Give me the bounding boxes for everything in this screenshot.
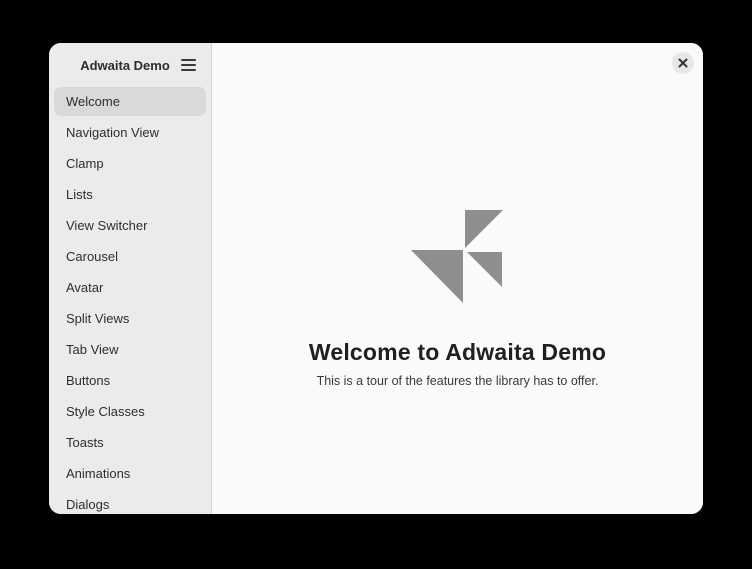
sidebar-item-carousel[interactable]: Carousel [54, 242, 206, 271]
sidebar-item-label: Toasts [66, 435, 104, 450]
sidebar-item-welcome[interactable]: Welcome [54, 87, 206, 116]
sidebar-item-label: Carousel [66, 249, 118, 264]
sidebar-item-toasts[interactable]: Toasts [54, 428, 206, 457]
sidebar-item-label: Animations [66, 466, 130, 481]
sidebar-item-label: Lists [66, 187, 93, 202]
sidebar-item-label: Tab View [66, 342, 119, 357]
sidebar-item-navigation-view[interactable]: Navigation View [54, 118, 206, 147]
sidebar-item-dialogs[interactable]: Dialogs [54, 490, 206, 514]
sidebar-item-label: Buttons [66, 373, 110, 388]
sidebar-item-label: Dialogs [66, 497, 109, 512]
sidebar-item-label: Clamp [66, 156, 104, 171]
sidebar-item-label: Style Classes [66, 404, 145, 419]
sidebar-item-label: View Switcher [66, 218, 147, 233]
sidebar-item-label: Avatar [66, 280, 103, 295]
close-button[interactable] [672, 52, 694, 74]
sidebar-item-lists[interactable]: Lists [54, 180, 206, 209]
sidebar: Adwaita Demo Welcome Navigation View Cla… [49, 43, 212, 514]
pinwheel-logo-icon [411, 210, 503, 304]
sidebar-item-split-views[interactable]: Split Views [54, 304, 206, 333]
sidebar-headerbar: Adwaita Demo [49, 43, 211, 87]
app-window: Adwaita Demo Welcome Navigation View Cla… [49, 43, 703, 514]
sidebar-item-view-switcher[interactable]: View Switcher [54, 211, 206, 240]
sidebar-item-style-classes[interactable]: Style Classes [54, 397, 206, 426]
sidebar-item-label: Split Views [66, 311, 129, 326]
hamburger-menu-icon [181, 59, 196, 71]
sidebar-nav-list: Welcome Navigation View Clamp Lists View… [49, 87, 211, 514]
close-icon [678, 58, 688, 68]
main-content: Welcome to Adwaita Demo This is a tour o… [212, 43, 703, 514]
sidebar-item-label: Navigation View [66, 125, 159, 140]
main-menu-button[interactable] [173, 50, 203, 80]
welcome-description: This is a tour of the features the libra… [212, 374, 703, 388]
welcome-heading: Welcome to Adwaita Demo [212, 338, 703, 366]
app-title: Adwaita Demo [80, 58, 180, 73]
desktop-background: Adwaita Demo Welcome Navigation View Cla… [0, 0, 752, 569]
sidebar-item-tab-view[interactable]: Tab View [54, 335, 206, 364]
sidebar-item-label: Welcome [66, 94, 120, 109]
sidebar-item-clamp[interactable]: Clamp [54, 149, 206, 178]
sidebar-item-buttons[interactable]: Buttons [54, 366, 206, 395]
sidebar-item-avatar[interactable]: Avatar [54, 273, 206, 302]
sidebar-item-animations[interactable]: Animations [54, 459, 206, 488]
